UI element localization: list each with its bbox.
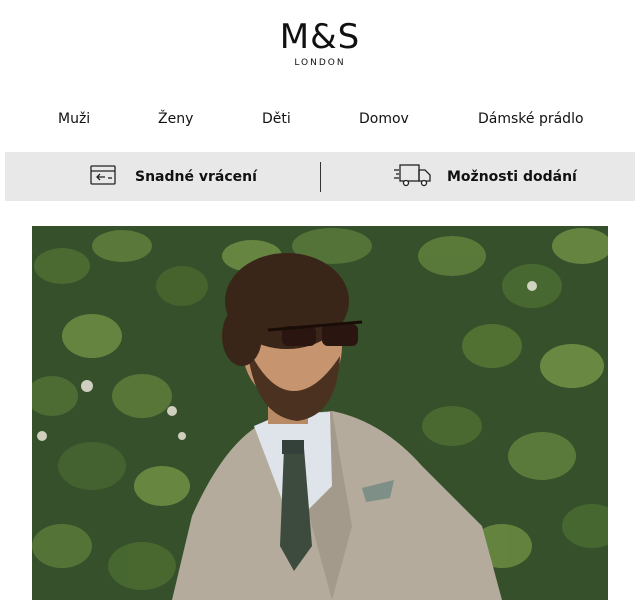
return-box-icon (89, 164, 117, 190)
nav-item-muzi[interactable]: Muži (58, 108, 90, 130)
hero-illustration (32, 226, 608, 600)
info-divider (320, 162, 321, 192)
delivery-options-label: Možnosti dodání (447, 168, 577, 185)
brand-name: M&S (279, 17, 361, 57)
info-bar: Snadné vrácení Možnosti dodání (5, 152, 635, 201)
main-nav: Muži Ženy Děti Domov Dámské prádlo (0, 108, 640, 130)
brand-logo[interactable]: M&S LONDON (0, 18, 640, 69)
easy-returns-link[interactable]: Snadné vrácení (89, 152, 257, 201)
delivery-options-link[interactable]: Možnosti dodání (393, 152, 577, 201)
nav-item-deti[interactable]: Děti (262, 108, 291, 130)
nav-item-damske-pradlo[interactable]: Dámské prádlo (478, 108, 584, 130)
brand-sub: LONDON (294, 58, 346, 68)
nav-item-domov[interactable]: Domov (359, 108, 409, 130)
delivery-truck-icon (393, 162, 433, 192)
nav-item-zeny[interactable]: Ženy (158, 108, 193, 130)
header: M&S LONDON (0, 0, 640, 100)
easy-returns-label: Snadné vrácení (135, 168, 257, 185)
hero-image[interactable] (32, 226, 608, 600)
